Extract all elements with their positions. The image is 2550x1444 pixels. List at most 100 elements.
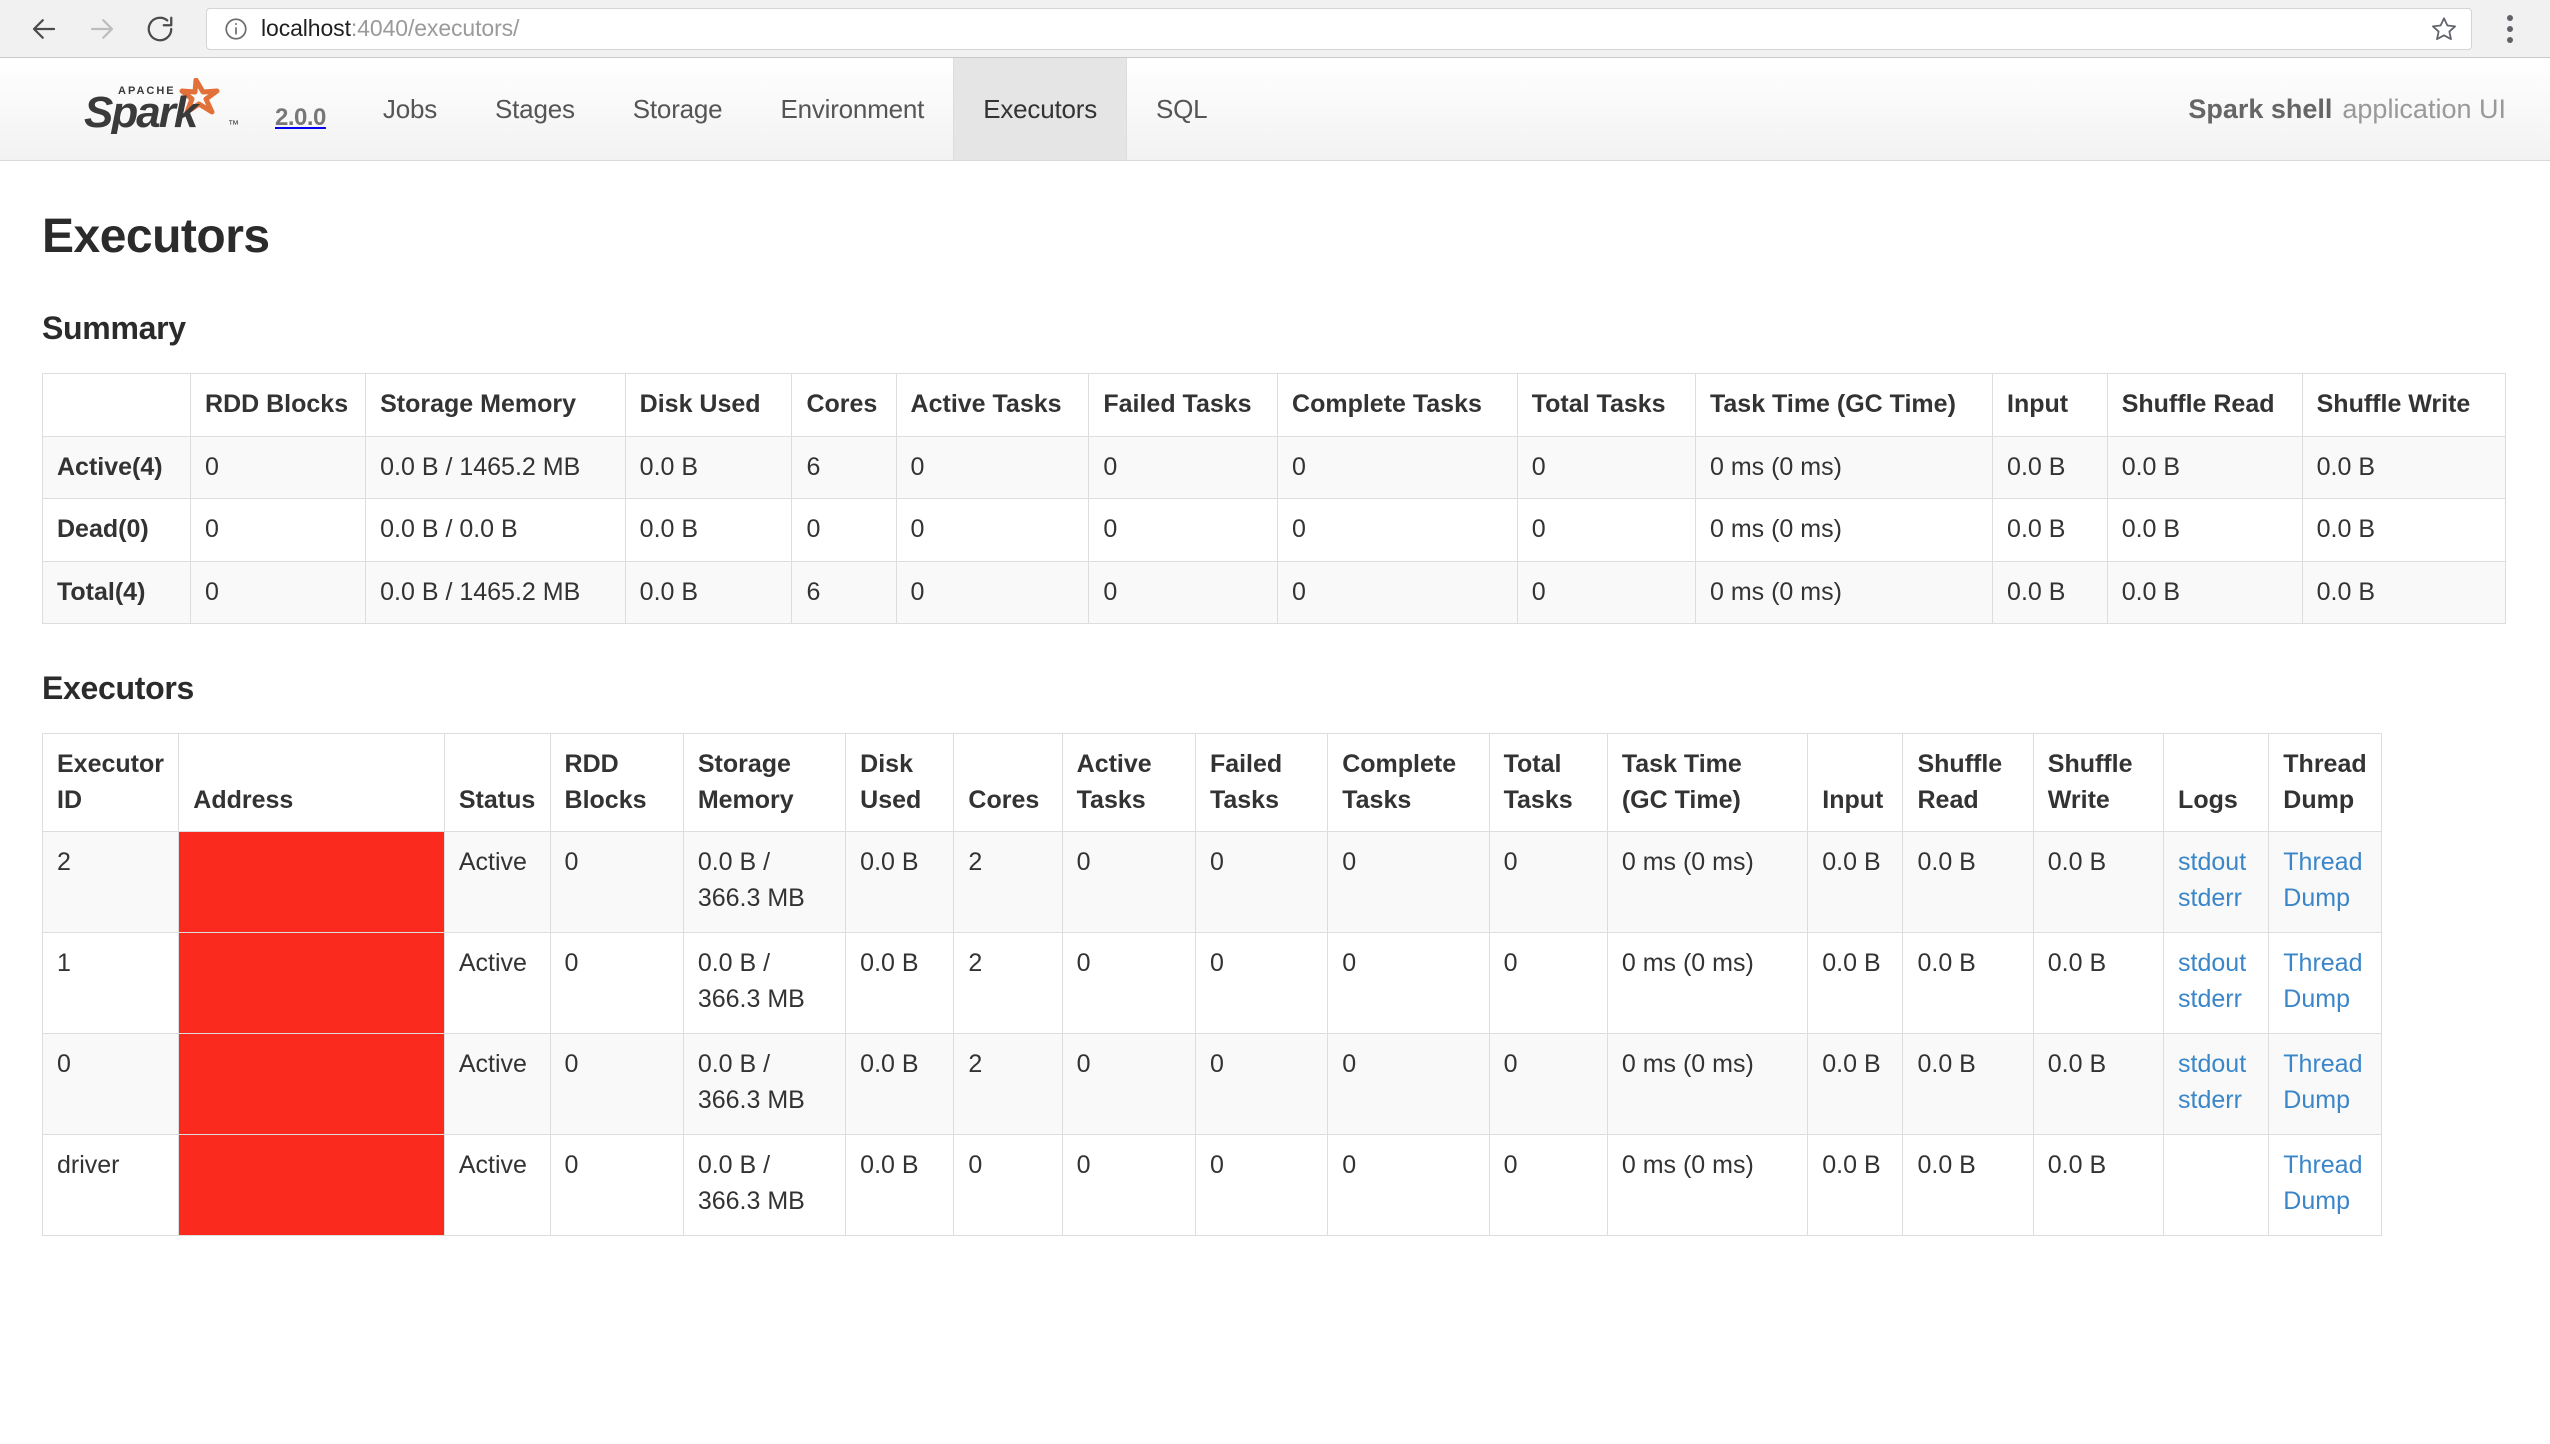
summary-col-failed-tasks: Failed Tasks xyxy=(1088,373,1279,437)
summary-cell-disk-used: 0.0 B xyxy=(624,435,793,499)
back-button[interactable] xyxy=(18,3,70,55)
tab-storage[interactable]: Storage xyxy=(604,58,752,160)
executor-complete-tasks: 0 xyxy=(1327,831,1490,933)
page-content: Executors Summary RDD Blocks Storage Mem… xyxy=(0,161,2550,1236)
thread-dump-link[interactable]: Thread Dump xyxy=(2283,946,2367,1017)
executors-col-input[interactable]: Input xyxy=(1807,733,1904,832)
spark-version: 2.0.0 xyxy=(275,104,326,131)
executor-logs-cell: stdout stderr xyxy=(2163,1033,2270,1135)
executor-storage-memory: 0.0 B / 366.3 MB xyxy=(682,1033,847,1135)
summary-col-input: Input xyxy=(1992,373,2108,437)
executors-col-task-time[interactable]: Task Time (GC Time) xyxy=(1606,733,1809,832)
executor-status-cell: Active xyxy=(443,831,551,933)
executor-complete-tasks: 0 xyxy=(1327,1134,1490,1236)
stderr-link[interactable]: stderr xyxy=(2178,982,2254,1018)
executors-col-complete-tasks[interactable]: Complete Tasks xyxy=(1327,733,1490,832)
summary-col-rdd-blocks: RDD Blocks xyxy=(190,373,367,437)
stderr-link[interactable]: stderr xyxy=(2178,1083,2254,1119)
executors-col-active-tasks[interactable]: Active Tasks xyxy=(1061,733,1196,832)
summary-cell-shuffle-write: 0.0 B xyxy=(2301,498,2507,562)
summary-cell-shuffle-write: 0.0 B xyxy=(2301,435,2507,499)
executor-shuffle-read: 0.0 B xyxy=(1902,1134,2034,1236)
stdout-link[interactable]: stdout xyxy=(2178,946,2254,982)
executor-address-cell xyxy=(178,831,445,933)
executor-task-time: 0 ms (0 ms) xyxy=(1606,1134,1809,1236)
summary-cell-cores: 0 xyxy=(791,498,897,562)
summary-col-storage-memory: Storage Memory xyxy=(365,373,626,437)
summary-cell-complete-tasks: 0 xyxy=(1277,498,1518,562)
summary-cell-input: 0.0 B xyxy=(1992,560,2108,624)
executor-thread-dump-cell: Thread Dump xyxy=(2268,932,2382,1034)
executor-address-cell xyxy=(178,932,445,1034)
summary-row-label: Total(4) xyxy=(41,560,192,624)
summary-table-body: Active(4) 0 0.0 B / 1465.2 MB 0.0 B 6 0 … xyxy=(41,435,2507,624)
tab-environment[interactable]: Environment xyxy=(751,58,953,160)
stdout-link[interactable]: stdout xyxy=(2178,845,2254,881)
executor-rdd-blocks: 0 xyxy=(549,932,684,1034)
thread-dump-link[interactable]: Thread Dump xyxy=(2283,1148,2367,1219)
star-icon[interactable] xyxy=(2427,12,2461,46)
summary-cell-storage-memory: 0.0 B / 1465.2 MB xyxy=(365,435,626,499)
reload-button[interactable] xyxy=(134,3,186,55)
table-row: Total(4) 0 0.0 B / 1465.2 MB 0.0 B 6 0 0… xyxy=(41,560,2507,624)
summary-cell-task-time: 0 ms (0 ms) xyxy=(1694,435,1994,499)
thread-dump-link[interactable]: Thread Dump xyxy=(2283,1047,2367,1118)
executors-col-status[interactable]: Status xyxy=(443,733,551,832)
stderr-link[interactable]: stderr xyxy=(2178,881,2254,917)
executors-col-address[interactable]: Address xyxy=(178,733,445,832)
executor-input: 0.0 B xyxy=(1807,932,1904,1034)
executors-col-disk-used[interactable]: Disk Used xyxy=(845,733,955,832)
summary-cell-failed-tasks: 0 xyxy=(1088,560,1279,624)
address-bar[interactable]: localhost:4040/executors/ xyxy=(206,7,2472,50)
summary-col-total-tasks: Total Tasks xyxy=(1516,373,1696,437)
menu-dot xyxy=(2507,14,2513,21)
executor-task-time: 0 ms (0 ms) xyxy=(1606,831,1809,933)
application-name: Spark shell xyxy=(2188,93,2333,124)
table-row: 0 Active 0 0.0 B / 366.3 MB 0.0 B 2 0 0 … xyxy=(41,1033,2382,1135)
summary-col-disk-used: Disk Used xyxy=(624,373,793,437)
tab-stages[interactable]: Stages xyxy=(466,58,604,160)
forward-arrow-icon xyxy=(87,14,117,44)
tab-sql[interactable]: SQL xyxy=(1127,58,1236,160)
spark-logo-link[interactable]: APACHE Spark ™ 2.0.0 xyxy=(0,58,326,160)
executor-status-cell: Active xyxy=(443,1134,551,1236)
summary-cell-rdd-blocks: 0 xyxy=(190,435,367,499)
summary-cell-shuffle-write: 0.0 B xyxy=(2301,560,2507,624)
executors-col-cores[interactable]: Cores xyxy=(953,733,1063,832)
executors-col-shuffle-write[interactable]: Shuffle Write xyxy=(2032,733,2165,832)
executors-col-failed-tasks[interactable]: Failed Tasks xyxy=(1194,733,1329,832)
executor-shuffle-write: 0.0 B xyxy=(2032,1134,2165,1236)
executors-table-body: 2 Active 0 0.0 B / 366.3 MB 0.0 B 2 0 0 … xyxy=(41,831,2382,1236)
executor-shuffle-write: 0.0 B xyxy=(2032,932,2165,1034)
executors-col-storage-memory[interactable]: Storage Memory xyxy=(682,733,847,832)
thread-dump-link[interactable]: Thread Dump xyxy=(2283,845,2367,916)
executors-col-total-tasks[interactable]: Total Tasks xyxy=(1488,733,1608,832)
executor-logs-cell: stdout stderr xyxy=(2163,932,2270,1034)
tab-jobs[interactable]: Jobs xyxy=(354,58,466,160)
tab-executors[interactable]: Executors xyxy=(953,58,1128,160)
executors-col-shuffle-read[interactable]: Shuffle Read xyxy=(1902,733,2034,832)
executor-disk-used: 0.0 B xyxy=(845,1134,955,1236)
stdout-link[interactable]: stdout xyxy=(2178,1047,2254,1083)
executors-table-head: Executor ID Address Status RDD Blocks St… xyxy=(41,733,2382,832)
summary-row-label: Active(4) xyxy=(41,435,192,499)
page-info-icon[interactable] xyxy=(223,16,249,42)
application-title: Spark shell application UI xyxy=(2188,58,2550,160)
forward-button[interactable] xyxy=(76,3,128,55)
summary-cell-cores: 6 xyxy=(791,560,897,624)
summary-cell-total-tasks: 0 xyxy=(1516,498,1696,562)
table-row: 2 Active 0 0.0 B / 366.3 MB 0.0 B 2 0 0 … xyxy=(41,831,2382,933)
table-row: driver Active 0 0.0 B / 366.3 MB 0.0 B 0… xyxy=(41,1134,2382,1236)
executors-col-rdd-blocks[interactable]: RDD Blocks xyxy=(549,733,684,832)
summary-cell-shuffle-read: 0.0 B xyxy=(2106,560,2303,624)
executor-id-cell: driver xyxy=(41,1134,180,1236)
executors-col-executor-id[interactable]: Executor ID xyxy=(41,733,180,832)
spark-navbar: APACHE Spark ™ 2.0.0 Jobs Stages Storage… xyxy=(0,58,2550,161)
executor-failed-tasks: 0 xyxy=(1194,1033,1329,1135)
executor-address-cell xyxy=(178,1033,445,1135)
executor-rdd-blocks: 0 xyxy=(549,831,684,933)
executor-disk-used: 0.0 B xyxy=(845,932,955,1034)
executor-task-time: 0 ms (0 ms) xyxy=(1606,1033,1809,1135)
three-dot-menu-icon[interactable] xyxy=(2488,5,2532,53)
summary-cell-active-tasks: 0 xyxy=(895,498,1090,562)
